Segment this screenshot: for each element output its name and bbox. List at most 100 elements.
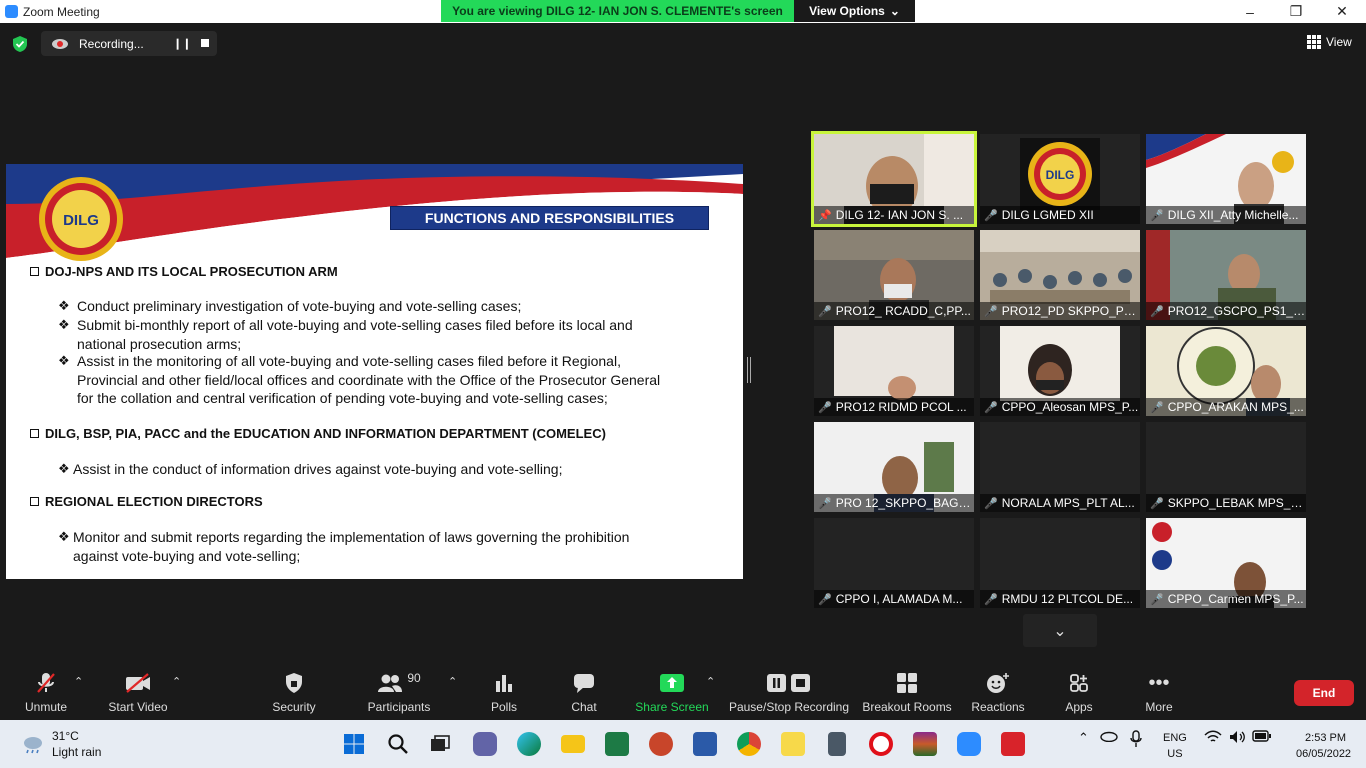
file-explorer-icon[interactable] [557, 728, 589, 760]
participant-tile[interactable]: 🎤 PRO12 RIDMD PCOL ... [814, 326, 974, 416]
reactions-button[interactable]: Reactions [968, 662, 1028, 720]
share-screen-button[interactable]: Share Screen [634, 662, 710, 720]
start-menu-icon[interactable] [338, 728, 370, 760]
more-button[interactable]: ••• More [1136, 662, 1182, 720]
participant-tile[interactable]: 🎤 CPPO_Aleosan MPS_P... [980, 326, 1140, 416]
chrome-icon[interactable] [733, 728, 765, 760]
task-view-icon[interactable] [424, 728, 456, 760]
share-options-caret[interactable]: ⌃ [706, 675, 715, 688]
zoom-window: Zoom Meeting – ❐ ✕ You are viewing DILG … [0, 0, 1366, 768]
stop-recording-icon[interactable] [201, 39, 209, 47]
shield-icon [284, 668, 304, 698]
breakout-rooms-button[interactable]: Breakout Rooms [862, 662, 952, 720]
next-page-chevron-button[interactable]: ⌄ [1023, 614, 1097, 647]
section-title-red: REGIONAL ELECTION DIRECTORS [30, 494, 263, 509]
unmute-button[interactable]: Unmute [14, 662, 78, 720]
muted-mic-icon: 🎤 [1150, 593, 1164, 606]
participant-name-bar: 🎤 RMDU 12 PLTCOL DE... [980, 590, 1140, 608]
participants-count: 90 [407, 671, 421, 685]
volume-icon[interactable] [1228, 730, 1246, 747]
participant-tile[interactable]: 🎤 PRO 12_SKPPO_BAGU... [814, 422, 974, 512]
participant-tile[interactable]: 🎤 CPPO I, ALAMADA M... [814, 518, 974, 608]
participant-tile[interactable]: 🎤 RMDU 12 PLTCOL DE... [980, 518, 1140, 608]
sticky-notes-icon[interactable] [777, 728, 809, 760]
minimize-button[interactable]: – [1227, 0, 1273, 23]
security-button[interactable]: Security [264, 662, 324, 720]
split-resize-handle[interactable] [747, 357, 751, 383]
dilg-logo-text: DILG [63, 212, 99, 229]
video-options-caret[interactable]: ⌃ [172, 675, 181, 688]
powerpoint-icon[interactable] [645, 728, 677, 760]
acrobat-icon[interactable] [997, 728, 1029, 760]
participant-tile[interactable]: 🎤 PRO12_PD SKPPO_PC... [980, 230, 1140, 320]
dilg-logo: DILG [39, 177, 123, 261]
microphone-icon[interactable] [1130, 730, 1142, 751]
muted-mic-icon: 🎤 [1150, 305, 1164, 318]
chat-icon [572, 668, 596, 698]
word-icon[interactable] [689, 728, 721, 760]
language-indicator[interactable]: ENG US [1163, 730, 1187, 762]
video-off-icon [124, 668, 152, 698]
participant-tile[interactable]: 🎤 SKPPO_LEBAK MPS_P... [1146, 422, 1306, 512]
participant-name-bar: 🎤 NORALA MPS_PLT AL... [980, 494, 1140, 512]
opera-icon[interactable] [865, 728, 897, 760]
window-title: Zoom Meeting [23, 5, 100, 19]
participant-tile[interactable]: 🎤 CPPO_ARAKAN MPS_... [1146, 326, 1306, 416]
shared-screen-slide: DILG FUNCTIONS AND RESPONSIBILITIES DOJ-… [6, 164, 743, 579]
participant-tile[interactable]: 🎤 DILG XII_Atty Michelle... [1146, 134, 1306, 224]
recording-status: Recording... [79, 37, 144, 51]
polls-icon [494, 668, 514, 698]
teams-chat-icon[interactable] [469, 728, 501, 760]
meeting-toolbar: Unmute ⌃ Start Video ⌃ Security 90 Parti… [0, 662, 1366, 720]
muted-mic-icon: 🎤 [818, 305, 832, 318]
pause-stop-recording-button[interactable]: Pause/Stop Recording [728, 662, 850, 720]
participant-name-bar: 🎤 CPPO I, ALAMADA M... [814, 590, 974, 608]
excel-icon[interactable] [601, 728, 633, 760]
encryption-shield-icon[interactable] [11, 35, 29, 53]
muted-mic-icon: 🎤 [1150, 401, 1164, 414]
participant-name-bar: 🎤 PRO 12_SKPPO_BAGU... [814, 494, 974, 512]
chevron-down-icon: ⌄ [1053, 622, 1067, 640]
polls-button[interactable]: Polls [480, 662, 528, 720]
more-dots-icon: ••• [1148, 671, 1170, 694]
view-label: View [1326, 35, 1352, 49]
muted-mic-icon: 🎤 [818, 497, 832, 510]
battery-icon[interactable] [1252, 730, 1272, 745]
end-meeting-button[interactable]: End [1294, 680, 1354, 706]
close-button[interactable]: ✕ [1319, 0, 1365, 23]
participant-tile[interactable]: 🎤 PRO12_GSCPO_PS1_P... [1146, 230, 1306, 320]
muted-mic-icon: 🎤 [1150, 497, 1164, 510]
audio-options-caret[interactable]: ⌃ [74, 675, 83, 688]
show-hidden-icons-chevron[interactable]: ⌃ [1078, 730, 1089, 746]
taskbar-clock[interactable]: 2:53 PM 06/05/2022 [1296, 730, 1351, 762]
participants-button[interactable]: 90 Participants [364, 662, 434, 720]
search-icon[interactable] [382, 728, 414, 760]
participant-tile[interactable]: 🎤 PRO12_ RCADD_C,PP... [814, 230, 974, 320]
bullet-doj-2: ❖ Submit bi-monthly report of all vote-bu… [58, 317, 633, 352]
bullet-doj-1: ❖ Conduct preliminary investigation of vo… [58, 298, 522, 314]
calculator-icon[interactable] [821, 728, 853, 760]
participant-tile[interactable]: 🎤 CPPO_Carmen MPS_P... [1146, 518, 1306, 608]
chat-button[interactable]: Chat [560, 662, 608, 720]
participant-tile[interactable]: DILG 🎤 DILG LGMED XII [980, 134, 1140, 224]
zoom-taskbar-icon[interactable] [953, 728, 985, 760]
svg-text:DILG: DILG [1046, 168, 1075, 182]
slide-heading: FUNCTIONS AND RESPONSIBILITIES [390, 206, 709, 230]
participant-tile[interactable]: 🎤 NORALA MPS_PLT AL... [980, 422, 1140, 512]
start-video-button[interactable]: Start Video [100, 662, 176, 720]
maximize-button[interactable]: ❐ [1273, 0, 1319, 23]
participants-options-caret[interactable]: ⌃ [448, 675, 457, 688]
wifi-icon[interactable] [1204, 730, 1222, 747]
participant-name-bar: 🎤 SKPPO_LEBAK MPS_P... [1146, 494, 1306, 512]
view-options-button[interactable]: View Options ⌄ [794, 0, 915, 22]
apps-button[interactable]: Apps [1056, 662, 1102, 720]
edge-browser-icon[interactable] [513, 728, 545, 760]
view-options-label: View Options [809, 4, 885, 18]
winrar-icon[interactable] [909, 728, 941, 760]
onedrive-cloud-icon[interactable] [1100, 730, 1118, 745]
participant-name-bar: 📌 DILG 12- IAN JON S. ... [814, 206, 974, 224]
muted-mic-icon: 🎤 [984, 401, 998, 414]
participant-tile[interactable]: 📌 DILG 12- IAN JON S. ... [811, 131, 977, 227]
view-button[interactable]: View [1307, 35, 1352, 49]
pause-recording-icon[interactable]: ❙❙ [173, 37, 191, 50]
